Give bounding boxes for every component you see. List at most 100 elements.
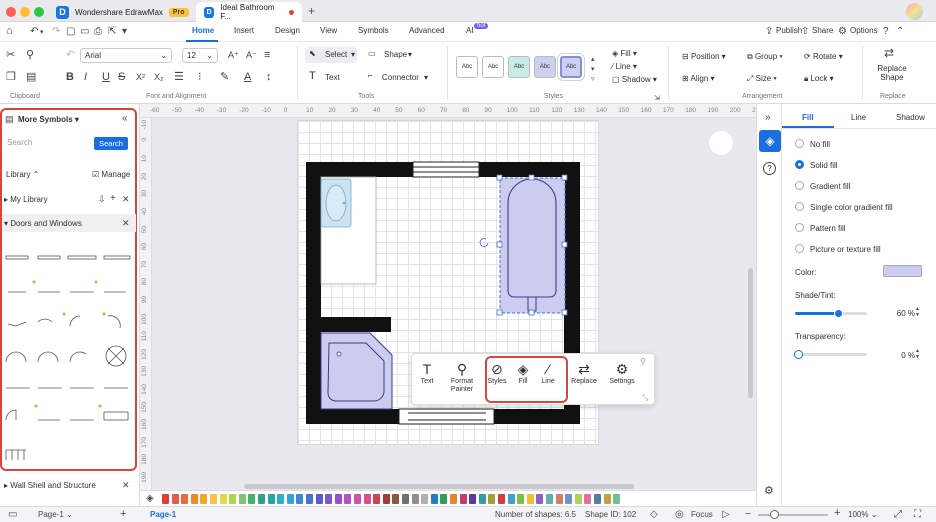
fit-page-icon[interactable]: ⤢ — [894, 509, 902, 520]
undo-dropdown-icon[interactable]: ▾ — [40, 27, 44, 38]
palette-swatch[interactable] — [248, 494, 256, 504]
palette-swatch[interactable] — [469, 494, 477, 504]
palette-swatch[interactable] — [229, 494, 237, 504]
align-icon[interactable]: ≡ — [264, 50, 270, 61]
palette-swatch[interactable] — [277, 494, 285, 504]
strikethrough-icon[interactable]: S — [118, 72, 125, 83]
palette-swatch[interactable] — [267, 494, 275, 504]
shade-slider-knob[interactable] — [833, 309, 843, 318]
text-direction-icon[interactable]: ↕ — [266, 72, 272, 83]
lock-button[interactable]: 🔒︎ Lock ▾ — [804, 74, 834, 84]
palette-swatch[interactable] — [421, 494, 429, 504]
import-icon[interactable]: ⇩ — [98, 194, 106, 205]
palette-swatch[interactable] — [354, 494, 361, 504]
palette-swatch[interactable] — [382, 494, 390, 504]
font-family-select[interactable]: Arial ⌄ — [80, 48, 172, 63]
replace-shape-button[interactable]: Replace Shape — [876, 64, 908, 82]
palette-swatch[interactable] — [334, 494, 342, 504]
copy-icon[interactable]: ❐ — [6, 72, 16, 83]
pin-icon[interactable]: ⚲ — [640, 356, 646, 367]
radio-pattern-fill[interactable] — [795, 223, 804, 232]
palette-swatch[interactable] — [536, 494, 544, 504]
shadow-button[interactable]: ▢ Shadow ▾ — [612, 75, 657, 84]
superscript-icon[interactable]: X² — [136, 72, 145, 83]
fullscreen-icon[interactable]: ⛶ — [914, 509, 921, 520]
search-button[interactable]: Search — [94, 137, 128, 150]
undo-format-icon[interactable]: ↶ — [66, 50, 75, 61]
zoom-slider-knob[interactable] — [770, 510, 779, 519]
palette-swatch[interactable] — [363, 494, 371, 504]
home-icon[interactable]: ⌂ — [6, 26, 13, 37]
layers-icon[interactable]: ◇ — [650, 509, 658, 520]
minimize-window-button[interactable] — [20, 7, 30, 17]
page-selector[interactable]: Page-1 ⌄ — [38, 510, 73, 519]
menu-insert[interactable]: Insert — [234, 26, 254, 35]
palette-swatch[interactable] — [190, 494, 198, 504]
focus-button[interactable]: Focus — [691, 510, 713, 519]
palette-swatch[interactable] — [325, 494, 333, 504]
palette-swatch[interactable] — [517, 494, 525, 504]
position-button[interactable]: ⊟ Position ▾ — [682, 52, 726, 61]
palette-swatch[interactable] — [392, 494, 400, 504]
paste-icon[interactable]: ▤ — [26, 72, 36, 83]
select-tool[interactable]: ⬉ Select ▾ — [305, 47, 357, 63]
options-button[interactable]: Options — [850, 26, 878, 35]
palette-swatch[interactable] — [315, 494, 323, 504]
bold-icon[interactable]: B — [66, 72, 74, 83]
doors-windows-header[interactable]: ▾ Doors and Windows ✕ — [2, 214, 136, 232]
add-page-button[interactable]: + — [120, 508, 126, 520]
palette-swatch[interactable] — [411, 494, 419, 504]
style-preset-4[interactable]: Abc — [534, 56, 556, 78]
palette-swatch[interactable] — [584, 494, 592, 504]
replace-shape-icon[interactable]: ⇄ — [884, 47, 894, 59]
palette-swatch[interactable] — [459, 494, 467, 504]
my-library-item[interactable]: ▸ My Library — [4, 195, 48, 204]
symbol-search-input[interactable]: Search — [4, 135, 92, 151]
transparency-slider-knob[interactable] — [794, 350, 803, 359]
shade-slider-track[interactable] — [795, 309, 867, 318]
palette-swatch[interactable] — [546, 494, 553, 504]
more-symbols-title[interactable]: More Symbols ▾ — [18, 115, 79, 124]
palette-swatch[interactable] — [296, 494, 304, 504]
palette-swatch[interactable] — [306, 494, 313, 504]
fill-button[interactable]: ◈ Fill ▾ — [612, 49, 637, 58]
play-icon[interactable]: ▷ — [722, 509, 730, 520]
collapse-ribbon-icon[interactable]: ⌃ — [896, 26, 904, 37]
close-library-icon[interactable]: ✕ — [122, 194, 130, 205]
font-color-icon[interactable]: A — [244, 72, 251, 83]
palette-swatch[interactable] — [171, 494, 179, 504]
palette-swatch[interactable] — [555, 494, 563, 504]
underline-icon[interactable]: U — [102, 72, 110, 83]
text-tool[interactable]: T Text — [307, 70, 347, 86]
menu-advanced[interactable]: Advanced — [409, 26, 445, 35]
float-replace-button[interactable]: ⇄ Replace — [566, 360, 602, 386]
radio-single-color-gradient[interactable] — [795, 202, 804, 211]
new-file-icon[interactable]: ▢ — [66, 26, 75, 37]
increase-font-icon[interactable]: A⁺ — [228, 50, 239, 61]
export-icon[interactable]: ⇱ — [108, 26, 116, 37]
wall-shell-category[interactable]: ▸ Wall Shell and Structure — [4, 481, 96, 490]
fill-bucket-icon[interactable]: ◈ — [146, 493, 154, 504]
document-tab[interactable]: D Ideal Bathroom F... — [196, 2, 302, 22]
transparency-stepper-icon[interactable]: ▲ ▼ — [915, 348, 920, 360]
decrease-font-icon[interactable]: A⁻ — [246, 50, 257, 61]
bullet-list-icon[interactable]: ⁝ — [198, 72, 202, 83]
zoom-level[interactable]: 100% ⌄ — [848, 510, 877, 519]
zoom-slider[interactable] — [758, 510, 828, 519]
close-wall-category-icon[interactable]: ✕ — [122, 480, 130, 491]
open-folder-icon[interactable]: ▭ — [80, 26, 89, 37]
more-icon[interactable]: ▾ — [122, 26, 127, 37]
close-window-button[interactable] — [6, 7, 16, 17]
line-button[interactable]: ⁄ Line ▾ — [612, 62, 637, 71]
style-preset-1[interactable]: Abc — [456, 56, 478, 78]
radio-picture-fill[interactable] — [795, 244, 804, 253]
palette-swatch[interactable] — [181, 494, 189, 504]
add-icon[interactable]: + — [110, 193, 116, 204]
style-preset-3[interactable]: Abc — [508, 56, 530, 78]
shape-tool[interactable]: ▭ Shape ▾ — [366, 47, 418, 63]
share-icon[interactable]: ⇧ — [801, 26, 809, 37]
align-button[interactable]: ⊞ Align ▾ — [682, 74, 715, 83]
focus-icon[interactable]: ◎ — [675, 509, 684, 520]
float-settings-button[interactable]: ⚙ Settings — [604, 360, 640, 386]
palette-swatch[interactable] — [498, 494, 505, 504]
